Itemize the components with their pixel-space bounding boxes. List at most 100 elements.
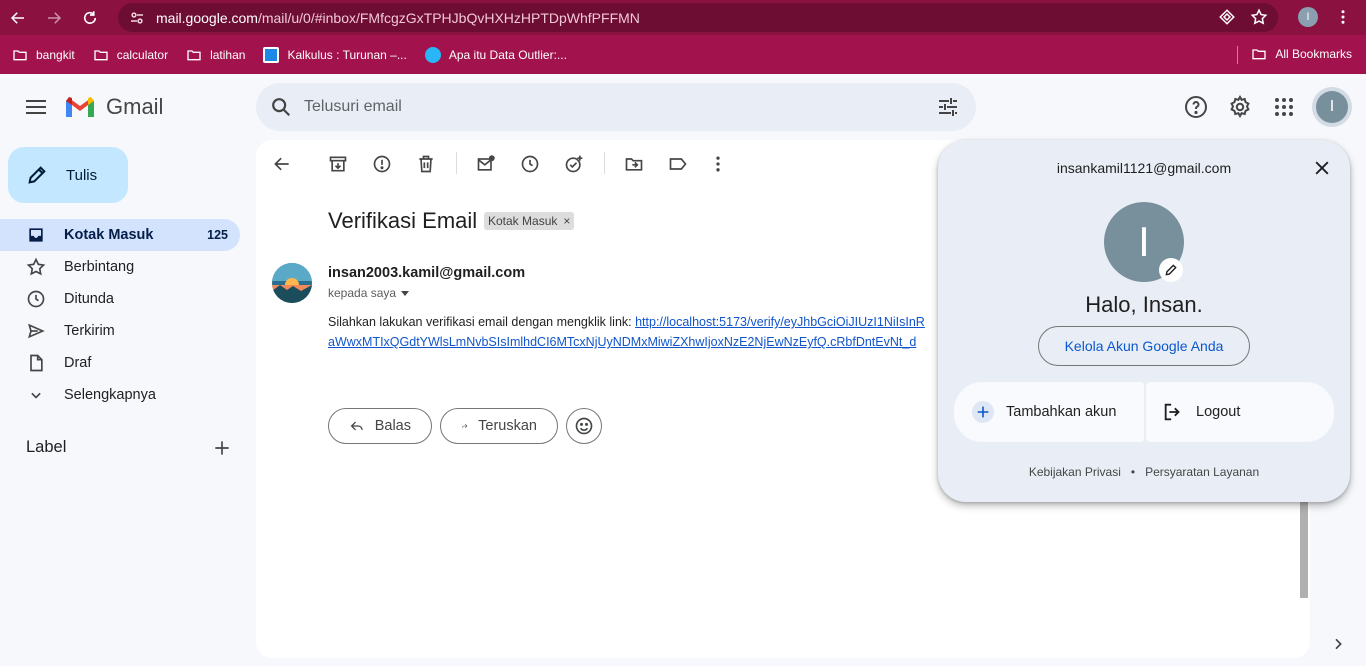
smiley-icon (575, 417, 593, 435)
site-favicon (263, 46, 280, 63)
search-input[interactable] (304, 98, 864, 116)
edit-photo-icon[interactable] (1159, 258, 1183, 282)
manage-account-button[interactable]: Kelola Akun Google Anda (1038, 326, 1250, 366)
unread-count: 125 (207, 228, 228, 242)
move-to-icon[interactable] (624, 154, 644, 174)
clock-icon (27, 290, 45, 308)
account-popup: insankamil1121@gmail.com I Halo, Insan. … (938, 140, 1350, 502)
sidebar-item-inbox[interactable]: Kotak Masuk 125 (0, 219, 240, 251)
compose-button[interactable]: Tulis (8, 147, 128, 203)
labels-heading: Label (26, 438, 67, 456)
gmail-m-icon (66, 97, 94, 117)
add-to-tasks-icon[interactable] (564, 154, 584, 174)
browser-toolbar: mail.google.com/mail/u/0/#inbox/FMfcgzGx… (0, 0, 1366, 35)
search-icon[interactable] (270, 96, 292, 118)
bookmark-star-icon[interactable] (1250, 8, 1268, 31)
address-bar[interactable]: mail.google.com/mail/u/0/#inbox/FMfcgzGx… (118, 3, 1278, 32)
verification-link[interactable]: http://localhost:5173/verify/eyJhbGciOiJ… (635, 315, 925, 329)
folder-icon (94, 49, 108, 60)
report-spam-icon[interactable] (372, 154, 392, 174)
add-account-button[interactable]: Tambahkan akun (954, 382, 1144, 442)
reply-button[interactable]: Balas (328, 408, 432, 444)
archive-icon[interactable] (328, 154, 348, 174)
recipient-details[interactable]: kepada saya (328, 286, 410, 300)
plus-icon (972, 401, 994, 423)
search-options-icon[interactable] (936, 95, 960, 119)
back-icon[interactable] (0, 0, 36, 35)
draft-icon (30, 354, 43, 372)
sender-avatar[interactable] (272, 263, 312, 303)
bookmark-bangkit[interactable]: bangkit (12, 47, 75, 63)
sidebar-item-more[interactable]: Selengkapnya (0, 379, 240, 411)
apps-grid-icon[interactable] (1272, 95, 1296, 119)
main-menu-icon[interactable] (24, 96, 48, 118)
separator-dot: • (1130, 465, 1136, 479)
bookmarks-bar: bangkit calculator latihan Kalkulus : Tu… (0, 35, 1366, 74)
toolbar-divider (456, 152, 457, 174)
browser-profile-avatar[interactable]: I (1298, 7, 1318, 27)
privacy-link[interactable]: Kebijakan Privasi (1029, 465, 1121, 479)
account-email: insankamil1121@gmail.com (1056, 160, 1232, 176)
extension-icon[interactable] (1218, 8, 1236, 31)
chevron-right-icon[interactable] (1330, 636, 1346, 652)
account-avatar-button[interactable]: I (1312, 87, 1352, 127)
site-favicon (424, 46, 441, 63)
sidebar-item-label: Berbintang (64, 259, 135, 275)
gmail-logo[interactable]: Gmail (64, 94, 163, 120)
sidebar-item-label: Ditunda (64, 291, 114, 307)
sidebar-item-starred[interactable]: Berbintang (0, 251, 240, 283)
bookmark-data-outlier[interactable]: Apa itu Data Outlier:... (424, 46, 567, 63)
snooze-icon[interactable] (520, 154, 540, 174)
caret-down-icon[interactable] (400, 288, 410, 298)
site-settings-icon[interactable] (128, 9, 146, 27)
browser-menu-icon[interactable] (1334, 8, 1352, 31)
bookmark-kalkulus[interactable]: Kalkulus : Turunan –... (263, 46, 407, 63)
verification-link-continued[interactable]: aWwxMTIxQGdtYWlsLmNvbSIsImlhdCI6MTcxNjUy… (328, 335, 916, 349)
remove-label-icon[interactable]: × (563, 214, 570, 228)
logout-icon (1164, 403, 1180, 421)
toolbar-divider (604, 152, 605, 174)
settings-icon[interactable] (1228, 95, 1252, 119)
chip-label: Kotak Masuk (488, 214, 558, 228)
more-options-icon[interactable] (708, 154, 728, 174)
gmail-wordmark: Gmail (106, 94, 164, 119)
logout-button[interactable]: Logout (1146, 382, 1334, 442)
account-actions: Tambahkan akun Logout (954, 382, 1334, 442)
star-icon (26, 257, 46, 276)
sender-email: insan2003.kamil@gmail.com (328, 265, 526, 281)
avatar: I (1316, 91, 1348, 123)
bookmarks-divider (1237, 46, 1238, 64)
emoji-reaction-button[interactable] (566, 408, 602, 444)
sidebar-item-sent[interactable]: Terkirim (0, 315, 240, 347)
scrollbar[interactable] (1300, 500, 1308, 598)
bookmark-latihan[interactable]: latihan (186, 47, 245, 63)
search-bar[interactable] (256, 83, 976, 131)
reload-icon[interactable] (72, 0, 108, 35)
sidebar-item-label: Kotak Masuk (64, 227, 154, 243)
sidebar-item-drafts[interactable]: Draf (0, 347, 240, 379)
email-subject: Verifikasi Email (328, 208, 478, 233)
reply-icon (350, 421, 363, 431)
inbox-label-chip[interactable]: Kotak Masuk × (484, 212, 575, 230)
bookmark-calculator[interactable]: calculator (93, 47, 168, 63)
help-icon[interactable] (1184, 95, 1208, 119)
greeting: Halo, Insan. (1085, 292, 1203, 317)
label-icon[interactable] (668, 154, 688, 174)
forward-icon[interactable] (36, 0, 72, 35)
sidebar-item-label: Draf (64, 355, 92, 371)
mark-unread-icon[interactable] (476, 154, 496, 174)
pencil-icon (28, 166, 46, 184)
sidebar-item-label: Selengkapnya (64, 387, 156, 403)
url-text: mail.google.com/mail/u/0/#inbox/FMfcgzGx… (156, 9, 640, 26)
close-icon[interactable] (1312, 158, 1332, 178)
back-to-inbox-icon[interactable] (272, 154, 292, 174)
folder-icon (187, 49, 201, 60)
terms-link[interactable]: Persyaratan Layanan (1145, 465, 1259, 479)
inbox-icon (29, 228, 43, 242)
sidebar-item-snoozed[interactable]: Ditunda (0, 283, 240, 315)
delete-icon[interactable] (416, 154, 436, 174)
add-label-icon[interactable] (212, 438, 232, 458)
forward-button[interactable]: Teruskan (440, 408, 558, 444)
all-bookmarks-button[interactable]: All Bookmarks (1251, 46, 1352, 62)
popup-footer: Kebijakan Privasi • Persyaratan Layanan (938, 465, 1350, 479)
